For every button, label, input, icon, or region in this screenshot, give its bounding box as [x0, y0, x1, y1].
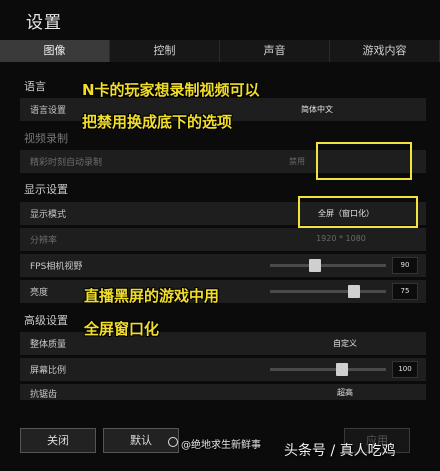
- screen-scale-slider-knob[interactable]: [336, 363, 348, 376]
- brightness-slider[interactable]: [270, 285, 386, 298]
- overall-quality-label: 整体质量: [30, 340, 67, 350]
- watermark-brand: 头条号 / 真人吃鸡: [284, 443, 396, 459]
- screen-scale-value-box[interactable]: 100: [392, 361, 418, 378]
- tab-graphics[interactable]: 图像: [0, 40, 110, 62]
- resolution-label: 分辨率: [30, 236, 58, 246]
- brightness-label: 亮度: [30, 288, 49, 298]
- weibo-icon: [168, 437, 178, 447]
- row-resolution[interactable]: 分辨率 1920 * 1080: [20, 228, 426, 251]
- annotation-line-2: 把禁用换成底下的选项: [82, 113, 233, 131]
- watermark-account: @绝地求生新鲜事: [181, 440, 261, 451]
- tab-bar: 图像 控制 声音 游戏内容: [0, 40, 440, 62]
- fov-slider-knob[interactable]: [309, 259, 321, 272]
- fov-slider[interactable]: [270, 259, 386, 272]
- annotation-line-4: 全屏窗口化: [84, 320, 160, 338]
- row-overall-quality[interactable]: 整体质量 自定义: [20, 332, 426, 355]
- fov-value-box[interactable]: 90: [392, 257, 418, 274]
- section-language: 语言: [24, 80, 46, 93]
- highlight-record-label: 精彩时刻自动录制: [30, 158, 103, 168]
- highlight-box-fullscreen: [298, 196, 418, 228]
- language-value[interactable]: 简体中文: [282, 104, 352, 115]
- brightness-slider-knob[interactable]: [348, 285, 360, 298]
- tab-controls[interactable]: 控制: [110, 40, 220, 62]
- annotation-line-3: 直播黑屏的游戏中用: [84, 287, 220, 305]
- annotation-line-1: N卡的玩家想录制视频可以: [82, 81, 260, 99]
- tab-sound[interactable]: 声音: [220, 40, 330, 62]
- overall-quality-value[interactable]: 自定义: [310, 338, 380, 349]
- fov-label: FPS相机视野: [30, 262, 83, 272]
- display-mode-label: 显示模式: [30, 210, 67, 220]
- window-title: 设置: [26, 13, 62, 33]
- language-label: 语言设置: [30, 106, 67, 116]
- section-advanced: 高级设置: [24, 314, 68, 327]
- row-fov: FPS相机视野 90: [20, 254, 426, 277]
- highlight-box-disabled: [316, 142, 412, 180]
- screen-scale-slider[interactable]: [270, 363, 386, 376]
- section-video-record: 视频录制: [24, 132, 68, 145]
- close-button[interactable]: 关闭: [20, 428, 96, 453]
- brightness-value-box[interactable]: 75: [392, 283, 418, 300]
- tab-game-content[interactable]: 游戏内容: [330, 40, 440, 62]
- antialias-label: 抗锯齿: [30, 390, 58, 400]
- row-antialias[interactable]: 抗锯齿 超高: [20, 384, 426, 400]
- screen-scale-label: 屏幕比例: [30, 366, 67, 376]
- row-screen-scale: 屏幕比例 100: [20, 358, 426, 381]
- resolution-value[interactable]: 1920 * 1080: [306, 234, 376, 243]
- section-display: 显示设置: [24, 183, 68, 196]
- row-brightness: 亮度 75: [20, 280, 426, 303]
- antialias-value[interactable]: 超高: [310, 387, 380, 398]
